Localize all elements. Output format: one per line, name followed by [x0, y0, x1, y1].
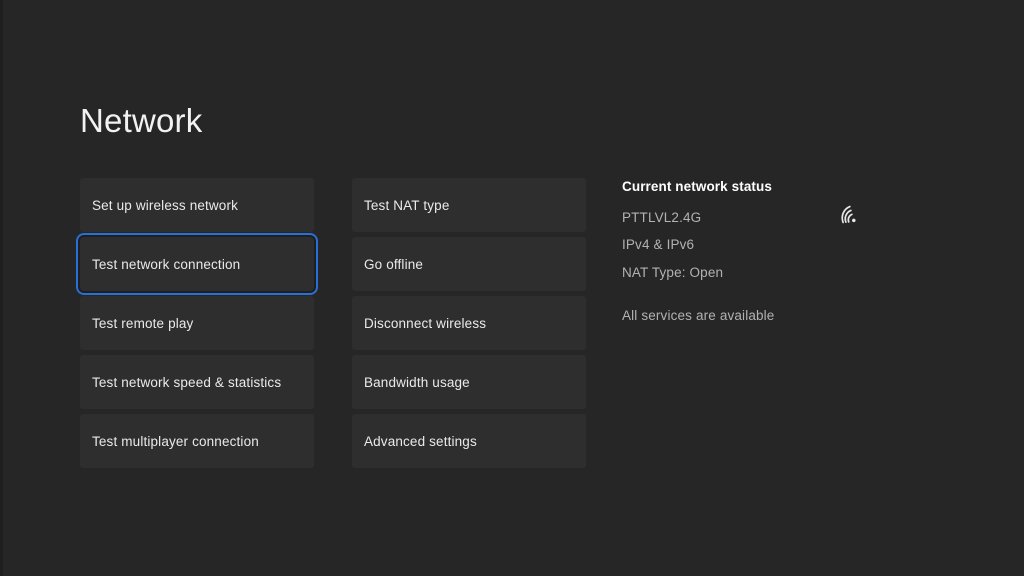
menu-item-label: Test multiplayer connection: [92, 434, 259, 449]
status-ip-protocols-row: IPv4 & IPv6: [622, 238, 922, 252]
menu-item-label: Test network speed & statistics: [92, 375, 281, 390]
menu-item-test-network-connection[interactable]: Test network connection: [80, 237, 314, 291]
menu-item-disconnect-wireless[interactable]: Disconnect wireless: [352, 296, 586, 350]
menu-item-set-up-wireless-network[interactable]: Set up wireless network: [80, 178, 314, 232]
menu-item-label: Test network connection: [92, 257, 240, 272]
menu-item-bandwidth-usage[interactable]: Bandwidth usage: [352, 355, 586, 409]
menu-item-label: Go offline: [364, 257, 423, 272]
menu-item-label: Bandwidth usage: [364, 375, 470, 390]
page-title: Network: [80, 104, 202, 137]
status-nat-type-row: NAT Type: Open: [622, 266, 922, 280]
menu-item-test-multiplayer-connection[interactable]: Test multiplayer connection: [80, 414, 314, 468]
menu-item-label: Test NAT type: [364, 198, 449, 213]
menu-item-go-offline[interactable]: Go offline: [352, 237, 586, 291]
wifi-signal-icon: [836, 202, 864, 230]
status-services-message: All services are available: [622, 309, 922, 323]
status-panel-title: Current network status: [622, 180, 922, 194]
status-network-name: PTTLVL2.4G: [622, 210, 701, 225]
current-network-status-panel: Current network status PTTLVL2.4G IPv4 &…: [622, 180, 922, 323]
menu-item-test-nat-type[interactable]: Test NAT type: [352, 178, 586, 232]
status-network-name-row: PTTLVL2.4G: [622, 211, 922, 225]
network-options-column-1: Set up wireless network Test network con…: [80, 178, 314, 468]
menu-item-label: Test remote play: [92, 316, 193, 331]
menu-item-advanced-settings[interactable]: Advanced settings: [352, 414, 586, 468]
network-options-column-2: Test NAT type Go offline Disconnect wire…: [352, 178, 586, 468]
network-settings-screen: Network Set up wireless network Test net…: [0, 0, 1024, 576]
screen-left-edge: [0, 0, 3, 576]
menu-item-label: Advanced settings: [364, 434, 477, 449]
menu-item-label: Disconnect wireless: [364, 316, 486, 331]
menu-item-test-network-speed-statistics[interactable]: Test network speed & statistics: [80, 355, 314, 409]
menu-item-label: Set up wireless network: [92, 198, 238, 213]
menu-item-test-remote-play[interactable]: Test remote play: [80, 296, 314, 350]
